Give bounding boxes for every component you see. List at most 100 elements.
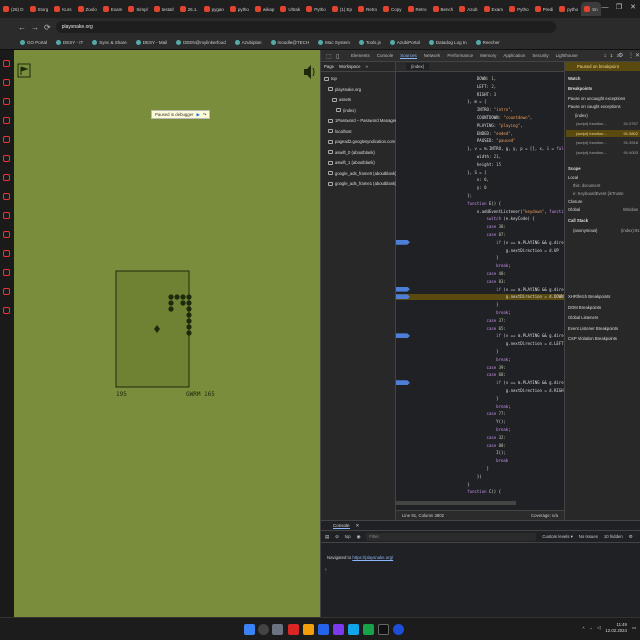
browser-tab[interactable]: wikap: [252, 2, 278, 16]
sidebar-app-icon[interactable]: [3, 98, 10, 105]
code-line[interactable]: function E() {: [396, 201, 564, 207]
code-line[interactable]: DOWN: 1,: [396, 76, 564, 82]
code-line[interactable]: break;: [396, 427, 564, 433]
code-line[interactable]: LEFT: 2,: [396, 84, 564, 90]
code-line[interactable]: case 77:: [396, 411, 564, 417]
browser-tab[interactable]: pygan: [201, 2, 227, 16]
code-line[interactable]: }: [396, 302, 564, 308]
devtools-tab[interactable]: Elements: [351, 53, 370, 58]
code-line[interactable]: }, S = {: [396, 170, 564, 176]
close-window-icon[interactable]: ✕: [626, 0, 640, 14]
clock[interactable]: 11:49 12.02.2024: [605, 622, 627, 634]
debugger-section[interactable]: XHR/fetch Breakpoints: [568, 294, 610, 299]
code-line[interactable]: }: [396, 396, 564, 402]
console-filter-input[interactable]: Filter: [366, 532, 537, 541]
inspect-icon[interactable]: ⬚: [326, 53, 332, 60]
code-line[interactable]: g.nextDirection = d.UP: [396, 248, 564, 254]
minimize-icon[interactable]: —: [598, 0, 612, 14]
code-line[interactable]: g.nextDirection = d.DOWN: [396, 294, 564, 301]
code-line[interactable]: x: 0,: [396, 177, 564, 183]
browser-tab[interactable]: (26) D: [0, 2, 27, 16]
open-file-tab[interactable]: (index): [406, 63, 430, 70]
devtools-tab[interactable]: Security: [532, 53, 548, 58]
code-line[interactable]: }: [396, 255, 564, 261]
browser-tab[interactable]: Bench: [430, 2, 457, 16]
url-input[interactable]: playsnake.org: [55, 21, 556, 33]
search-icon[interactable]: [258, 624, 269, 635]
breakpoint-marker[interactable]: [396, 239, 410, 245]
file-tree-item[interactable]: pagead2.googlesyndication.com: [328, 139, 395, 144]
code-line[interactable]: case 83:: [396, 279, 564, 285]
code-line[interactable]: g.nextDirection = d.RIGHT: [396, 388, 566, 394]
browser-tab[interactable]: Simpl: [125, 2, 150, 16]
forward-button[interactable]: →: [31, 23, 39, 32]
issues-link[interactable]: No Issues: [579, 534, 598, 539]
debugger-section[interactable]: Global Listeners: [568, 315, 598, 320]
back-button[interactable]: ←: [18, 23, 26, 32]
clear-console-icon[interactable]: ⊘: [335, 534, 339, 540]
code-line[interactable]: }: [396, 466, 564, 472]
chat-icon[interactable]: [363, 624, 374, 635]
outlook-icon[interactable]: [318, 624, 329, 635]
breakpoint-marker[interactable]: [396, 380, 410, 386]
bookmark-item[interactable]: Mac System: [318, 40, 350, 45]
sidebar-toggle-icon[interactable]: ▤: [325, 534, 329, 540]
code-line[interactable]: o.addEventListener("keydown", function(e…: [396, 209, 581, 215]
more-icon[interactable]: ⋮: [628, 52, 634, 59]
file-tree-item[interactable]: playsnake.org: [328, 87, 361, 92]
browser-tab[interactable]: pytho: [556, 2, 581, 16]
volume-icon[interactable]: ◁: [597, 625, 600, 631]
console-settings-icon[interactable]: ⚙: [629, 534, 633, 540]
sidebar-app-icon[interactable]: [3, 231, 10, 238]
call-frame-location[interactable]: (index):91: [621, 228, 640, 233]
code-line[interactable]: }): [396, 474, 564, 480]
browser-tab[interactable]: pytho: [227, 2, 252, 16]
watch-section[interactable]: Watch: [568, 76, 580, 81]
browser-tab[interactable]: Kurs: [51, 2, 74, 16]
code-line[interactable]: break: [396, 458, 564, 464]
browser-tab[interactable]: (1) Ep: [329, 2, 355, 16]
browser-tab[interactable]: Retro: [355, 2, 380, 16]
browser-tab[interactable]: Azub: [456, 2, 480, 16]
vscode-icon[interactable]: [348, 624, 359, 635]
breakpoints-section[interactable]: Breakpoints: [568, 86, 592, 91]
bookmark-item[interactable]: Azubiplan: [234, 40, 262, 45]
task-view-icon[interactable]: [272, 624, 283, 635]
debugger-section[interactable]: CSP Violation Breakpoints: [568, 336, 617, 341]
debugger-section[interactable]: DOM Breakpoints: [568, 305, 601, 310]
file-tree-item[interactable]: localhost: [328, 129, 352, 134]
reload-button[interactable]: ⟳: [44, 23, 51, 32]
bp-file[interactable]: (index): [575, 113, 588, 118]
file-explorer-icon[interactable]: [303, 624, 314, 635]
device-toggle-icon[interactable]: ▯: [336, 53, 339, 60]
bookmark-item[interactable]: moodle@TECH: [270, 40, 309, 45]
call-frame[interactable]: (anonymous): [573, 228, 597, 233]
code-line[interactable]: };: [396, 193, 564, 199]
close-icon[interactable]: ✕: [635, 52, 640, 59]
breakpoint-item[interactable]: (script) function... 91:4003: [566, 149, 640, 156]
debugger-section[interactable]: Event Listener Breakpoints: [568, 326, 618, 331]
pause-uncaught-checkbox[interactable]: Pause on uncaught exceptions: [568, 96, 625, 101]
breakpoint-item[interactable]: (script) function... 91:3918: [566, 139, 640, 146]
bookmark-item[interactable]: DESY - IT: [56, 40, 83, 45]
bookmark-item[interactable]: DESY - Mail: [135, 40, 167, 45]
code-line[interactable]: case 80:: [396, 443, 564, 449]
code-line[interactable]: case 87:: [396, 232, 564, 238]
bookmark-item[interactable]: DEEN@mylinkerfood: [176, 40, 226, 45]
log-levels-select[interactable]: Custom levels ▾: [542, 534, 572, 540]
game-canvas[interactable]: [14, 50, 320, 617]
code-line[interactable]: y: 0: [396, 185, 564, 191]
browser-tab[interactable]: Copy: [380, 2, 405, 16]
browser-tab[interactable]: Pytho: [303, 2, 329, 16]
step-over-icon[interactable]: ↷: [203, 112, 207, 118]
code-line[interactable]: switch (e.keyCode) {: [396, 216, 564, 222]
file-tree-item[interactable]: 1Password – Password Manager: [328, 118, 396, 123]
sidebar-app-icon[interactable]: [3, 250, 10, 257]
editor-hscroll[interactable]: [396, 501, 516, 505]
code-line[interactable]: height: 15: [396, 162, 564, 168]
global-scope[interactable]: Global: [568, 207, 580, 212]
code-line[interactable]: case 32:: [396, 435, 564, 441]
sidebar-app-icon[interactable]: [3, 212, 10, 219]
bookmark-item[interactable]: Datadog Log In: [428, 40, 467, 45]
sidebar-app-icon[interactable]: [3, 288, 10, 295]
